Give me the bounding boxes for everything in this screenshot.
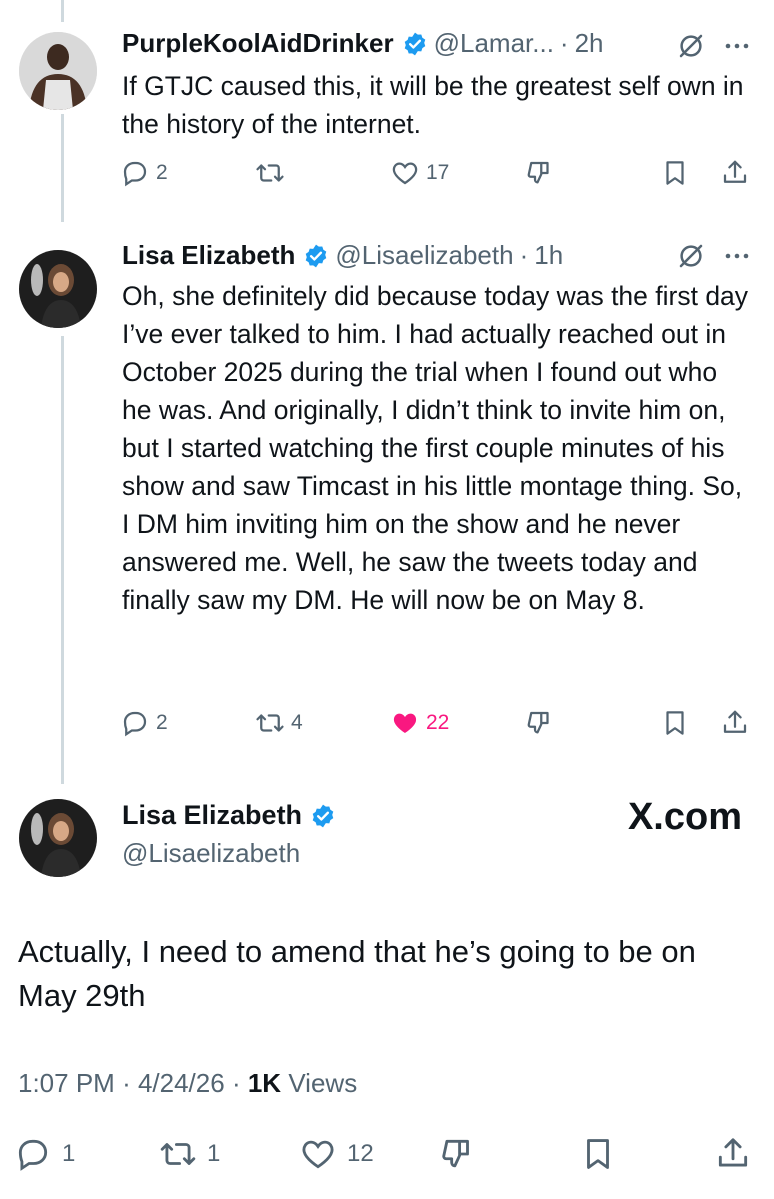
- heart-icon: [390, 158, 420, 188]
- repost-button[interactable]: [255, 158, 291, 188]
- main-author-name-row: Lisa Elizabeth: [122, 800, 342, 831]
- like-count: 17: [426, 161, 450, 184]
- reply-count: 1: [62, 1140, 76, 1167]
- author-name[interactable]: Lisa Elizabeth: [122, 800, 302, 831]
- avatar-lisa-elizabeth-main[interactable]: [19, 799, 97, 877]
- views-label: Views: [288, 1068, 358, 1098]
- separator-dot: ·: [559, 28, 569, 58]
- separator-dot: ·: [231, 1068, 248, 1098]
- share-button[interactable]: [714, 1135, 752, 1173]
- bookmark-icon: [579, 1135, 617, 1173]
- reply-count: 2: [156, 161, 168, 184]
- bookmark-icon: [660, 158, 690, 188]
- author-handle[interactable]: @Lisaelizabeth: [335, 240, 513, 271]
- thread-line-top: [61, 0, 64, 22]
- reply-icon: [120, 708, 150, 738]
- verified-badge-icon: [310, 803, 336, 829]
- downvote-button[interactable]: [439, 1135, 477, 1173]
- views-count: 1K: [247, 1068, 282, 1098]
- avatar-lisa-elizabeth[interactable]: [19, 250, 97, 328]
- bookmark-button[interactable]: [660, 708, 690, 738]
- reply-count: 2: [156, 711, 168, 734]
- tweet-2-actions: 2 4 22: [120, 708, 760, 742]
- bookmark-button[interactable]: [660, 158, 690, 188]
- repost-icon: [159, 1135, 197, 1173]
- like-count: 12: [347, 1140, 374, 1167]
- repost-count: 1: [207, 1140, 221, 1167]
- reply-icon: [14, 1135, 52, 1173]
- bookmark-button[interactable]: [579, 1135, 617, 1173]
- tweet-date[interactable]: 4/24/26: [138, 1068, 225, 1098]
- thumbs-down-icon: [525, 158, 555, 188]
- downvote-button[interactable]: [525, 158, 555, 188]
- thread-line-2: [61, 336, 64, 784]
- x-logo: X.com: [627, 796, 742, 838]
- more-options-icon[interactable]: [724, 42, 750, 50]
- share-icon: [714, 1135, 752, 1173]
- repost-icon: [255, 158, 285, 188]
- heart-filled-icon: [390, 708, 420, 738]
- author-handle[interactable]: @Lisaelizabeth: [122, 838, 300, 869]
- heart-icon: [299, 1135, 337, 1173]
- share-button[interactable]: [720, 708, 750, 738]
- reply-button[interactable]: 2: [120, 158, 168, 188]
- like-count: 22: [426, 711, 450, 734]
- repost-button[interactable]: 1: [159, 1135, 220, 1173]
- tweet-time[interactable]: 1h: [534, 240, 563, 271]
- tweet-time[interactable]: 1:07 PM: [18, 1068, 115, 1098]
- thread-line-1: [61, 114, 64, 222]
- separator-dot: ·: [122, 1068, 138, 1098]
- tweet-2-text: Oh, she definitely did because today was…: [122, 281, 749, 615]
- separator-dot: ·: [519, 240, 529, 270]
- share-icon: [720, 158, 750, 188]
- main-tweet-text: Actually, I need to amend that he’s goin…: [18, 934, 696, 1013]
- grok-icon[interactable]: [676, 31, 706, 61]
- thumbs-down-icon: [525, 708, 555, 738]
- verified-badge-icon: [303, 243, 329, 269]
- reply-button[interactable]: 2: [120, 708, 168, 738]
- thumbs-down-icon: [439, 1135, 477, 1173]
- reply-button[interactable]: 1: [14, 1135, 75, 1173]
- tweet-time[interactable]: 2h: [575, 28, 604, 59]
- author-name[interactable]: Lisa Elizabeth: [122, 240, 295, 271]
- tweet-2-header: Lisa Elizabeth @Lisaelizabeth · 1h: [122, 240, 563, 271]
- verified-badge-icon: [402, 31, 428, 57]
- repost-icon: [255, 708, 285, 738]
- reply-icon: [120, 158, 150, 188]
- like-button[interactable]: 12: [299, 1135, 374, 1173]
- repost-button[interactable]: 4: [255, 708, 303, 738]
- repost-count: 4: [291, 711, 303, 734]
- share-icon: [720, 708, 750, 738]
- bookmark-icon: [660, 708, 690, 738]
- like-button[interactable]: 22: [390, 708, 449, 738]
- grok-icon[interactable]: [676, 241, 706, 271]
- downvote-button[interactable]: [525, 708, 555, 738]
- share-button[interactable]: [720, 158, 750, 188]
- like-button[interactable]: 17: [390, 158, 449, 188]
- author-handle[interactable]: @Lamar...: [434, 28, 554, 59]
- avatar-purplekoolaiddrinker[interactable]: [19, 32, 97, 110]
- tweet-1-text: If GTJC caused this, it will be the grea…: [122, 71, 744, 139]
- main-tweet-actions: 1 1 12: [14, 1135, 759, 1175]
- author-name[interactable]: PurpleKoolAidDrinker: [122, 28, 394, 59]
- tweet-meta: 1:07 PM · 4/24/26 · 1K Views: [18, 1068, 357, 1099]
- tweet-1-actions: 2 17: [120, 158, 760, 192]
- more-options-icon[interactable]: [724, 252, 750, 260]
- tweet-1-header: PurpleKoolAidDrinker @Lamar... · 2h: [122, 28, 604, 59]
